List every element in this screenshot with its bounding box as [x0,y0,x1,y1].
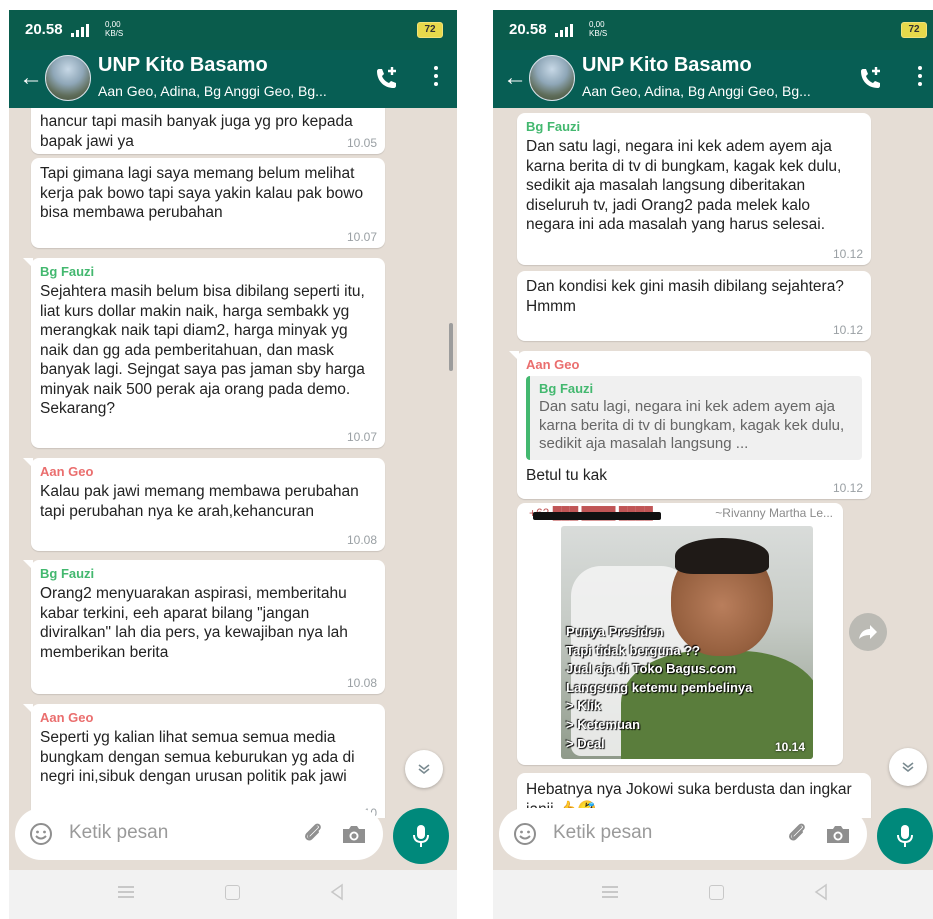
android-nav-bar [493,870,933,919]
nav-back-icon[interactable] [329,883,345,901]
microphone-icon [897,825,913,847]
message-time: 10.07 [346,230,377,244]
message-bubble[interactable]: Aan Geo Kalau pak jawi memang membawa pe… [23,458,385,551]
chat-area[interactable]: Bg Fauzi Dan satu lagi, negara ini kek a… [493,108,933,818]
message-text: Sejahtera masih belum bisa dibilang sepe… [40,283,365,417]
message-bubble[interactable]: Aan Geo Seperti yg kalian lihat semua se… [23,704,385,818]
phone-screen-right: 20.58 0,00 KB/S 72 ← UNP Kito Basamo Aan … [493,10,933,919]
message-time: 10.08 [346,676,377,690]
message-bubble[interactable]: hancur tapi masih banyak juga yg pro kep… [31,108,385,154]
battery-icon: 72 [901,22,927,38]
redaction-bar [533,512,661,520]
back-arrow-icon[interactable]: ← [503,66,527,90]
message-input-bar[interactable]: Ketik pesan [15,808,383,860]
scroll-down-button[interactable] [405,750,443,788]
battery-icon: 72 [417,22,443,38]
android-nav-bar [9,870,457,919]
group-avatar[interactable] [45,55,91,101]
message-text: Kalau pak jawi memang membawa perubahan … [40,483,359,520]
message-sender[interactable]: Bg Fauzi [526,119,862,134]
meme-hair-shape [675,538,769,574]
message-time: 10.12 [832,323,863,337]
message-text: Seperti yg kalian lihat semua semua medi… [40,729,355,785]
forward-icon [859,625,877,639]
group-title[interactable]: UNP Kito Basamo [582,54,752,77]
menu-icon[interactable] [917,66,923,88]
message-time: 10.07 [346,430,377,444]
meme-caption: Punya Presiden Tapi tidak berguna ?? Jua… [566,624,753,751]
message-sender[interactable]: Aan Geo [40,464,376,479]
message-text: hancur tapi masih banyak juga yg pro kep… [40,113,353,150]
sender-push-name: ~Rivanny Martha Le... [715,506,833,520]
add-call-icon[interactable] [371,64,401,94]
signal-icon [555,23,573,37]
message-time: 10.12 [832,247,863,261]
camera-icon[interactable] [825,823,851,845]
paperclip-icon[interactable] [301,821,325,845]
message-sender[interactable]: Aan Geo [40,710,376,725]
phone-screen-left: 20.58 0,00 KB/S 72 ← UNP Kito Basamo Aan … [9,10,457,919]
message-bubble[interactable]: Bg Fauzi Dan satu lagi, negara ini kek a… [517,113,871,265]
emoji-icon[interactable] [29,822,53,846]
chat-header: ← UNP Kito Basamo Aan Geo, Adina, Bg Ang… [493,50,933,108]
paperclip-icon[interactable] [785,821,809,845]
mic-button[interactable] [393,808,449,864]
status-time: 20.58 [25,21,63,38]
chevron-down-icon [902,762,914,773]
message-text: Dan satu lagi, negara ini kek adem ayem … [526,138,842,233]
message-time: 10.14 [774,740,805,754]
message-sender[interactable]: Aan Geo [526,357,862,372]
message-text: Tapi gimana lagi saya memang belum melih… [40,165,364,221]
scroll-down-button[interactable] [889,748,927,786]
back-arrow-icon[interactable]: ← [19,66,43,90]
group-avatar[interactable] [529,55,575,101]
nav-back-icon[interactable] [813,883,829,901]
message-text: Orang2 menyuarakan aspirasi, memberitahu… [40,585,348,661]
status-time: 20.58 [509,21,547,38]
meme-image[interactable]: Punya Presiden Tapi tidak berguna ?? Jua… [561,526,813,759]
chevron-down-icon [418,764,430,775]
message-input[interactable]: Ketik pesan [553,822,652,844]
chat-area[interactable]: hancur tapi masih banyak juga yg pro kep… [9,108,457,818]
message-time: 10.12 [832,481,863,495]
message-bubble[interactable]: Tapi gimana lagi saya memang belum melih… [31,158,385,248]
nav-menu-icon[interactable] [118,886,134,898]
image-message-bubble[interactable]: +62 ███ ████ ████ ~Rivanny Martha Le... … [517,503,843,765]
emoji-icon[interactable] [513,822,537,846]
camera-icon[interactable] [341,823,367,845]
message-text: Betul tu kak [526,466,607,484]
mic-button[interactable] [877,808,933,864]
microphone-icon [413,825,429,847]
message-time: 10.08 [346,533,377,547]
group-members[interactable]: Aan Geo, Adina, Bg Anggi Geo, Bg... [98,83,327,99]
menu-icon[interactable] [433,66,439,88]
network-speed: 0,00 KB/S [105,20,124,38]
message-sender[interactable]: Bg Fauzi [40,264,376,279]
nav-home-icon[interactable] [709,885,724,900]
message-sender[interactable]: Bg Fauzi [40,566,376,581]
chat-header: ← UNP Kito Basamo Aan Geo, Adina, Bg Ang… [9,50,457,108]
quoted-sender: Bg Fauzi [539,381,594,396]
message-bubble[interactable]: Bg Fauzi Orang2 menyuarakan aspirasi, me… [23,560,385,694]
message-time: 10.05 [346,136,377,150]
quoted-text: Dan satu lagi, negara ini kek adem ayem … [539,398,845,452]
message-bubble[interactable]: Dan kondisi kek gini masih dibilang seja… [517,271,871,341]
group-members[interactable]: Aan Geo, Adina, Bg Anggi Geo, Bg... [582,83,811,99]
message-input-bar[interactable]: Ketik pesan [499,808,867,860]
add-call-icon[interactable] [855,64,885,94]
message-input[interactable]: Ketik pesan [69,822,168,844]
forward-button[interactable] [849,613,887,651]
status-bar: 20.58 0,00 KB/S 72 [9,10,457,50]
message-text: Dan kondisi kek gini masih dibilang seja… [526,278,844,315]
nav-menu-icon[interactable] [602,886,618,898]
nav-home-icon[interactable] [225,885,240,900]
signal-icon [71,23,89,37]
message-bubble[interactable]: Aan Geo Bg Fauzi Dan satu lagi, negara i… [509,351,871,499]
quoted-message[interactable]: Bg Fauzi Dan satu lagi, negara ini kek a… [526,376,862,460]
network-speed: 0,00 KB/S [589,20,608,38]
message-bubble[interactable]: Bg Fauzi Sejahtera masih belum bisa dibi… [23,258,385,448]
group-title[interactable]: UNP Kito Basamo [98,54,268,77]
scrollbar-thumb[interactable] [449,323,453,371]
status-bar: 20.58 0,00 KB/S 72 [493,10,933,50]
